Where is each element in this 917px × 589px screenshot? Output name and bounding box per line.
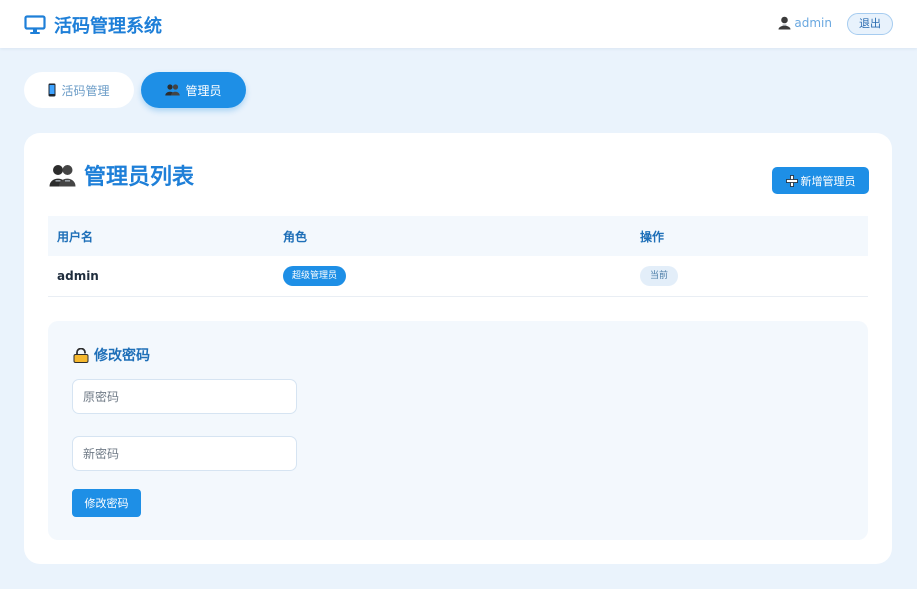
column-header-role: 角色 <box>283 229 308 244</box>
new-password-input[interactable] <box>72 436 297 471</box>
change-password-header: 修改密码 <box>73 345 150 365</box>
change-password-button[interactable]: 修改密码 <box>72 489 141 517</box>
users-icon <box>165 84 181 96</box>
current-user: admin <box>778 16 832 30</box>
top-bar: 活码管理系统 admin 退出 <box>0 0 917 48</box>
change-password-title: 修改密码 <box>94 348 150 364</box>
logout-button[interactable]: 退出 <box>847 13 893 35</box>
change-password-panel: 修改密码 修改密码 <box>48 321 868 540</box>
admin-table: 用户名 角色 操作 admin 超级管理员 当前 <box>48 216 868 297</box>
phone-icon <box>48 83 56 97</box>
column-header-action: 操作 <box>640 229 665 244</box>
app-title: 活码管理系统 <box>54 16 162 37</box>
admin-list-card: 管理员列表 新增管理员 用户名 角色 操作 admin 超级管理员 当前 修改密… <box>24 133 892 564</box>
add-admin-label: 新增管理员 <box>800 174 856 188</box>
nav-tabs: 活码管理 管理员 <box>24 72 246 108</box>
role-badge: 超级管理员 <box>283 266 347 286</box>
tab-admins[interactable]: 管理员 <box>141 72 246 108</box>
add-admin-button[interactable]: 新增管理员 <box>772 167 869 194</box>
column-header-username: 用户名 <box>57 229 94 244</box>
card-header: 管理员列表 <box>49 159 194 191</box>
brand: 活码管理系统 <box>24 13 162 37</box>
lock-icon <box>73 347 89 363</box>
monitor-icon <box>24 15 46 34</box>
row-username: admin <box>57 269 99 283</box>
tab-codes-label: 活码管理 <box>61 83 110 98</box>
page-title: 管理员列表 <box>84 165 195 190</box>
users-icon <box>49 164 76 186</box>
current-badge: 当前 <box>640 266 679 286</box>
old-password-input[interactable] <box>72 379 297 414</box>
table-header: 用户名 角色 操作 <box>48 216 868 256</box>
username-label: admin <box>794 16 832 30</box>
table-row: admin 超级管理员 当前 <box>48 256 868 297</box>
tab-admins-label: 管理员 <box>185 83 222 98</box>
plus-icon <box>785 174 798 187</box>
user-icon <box>778 16 791 30</box>
tab-codes[interactable]: 活码管理 <box>24 72 134 108</box>
